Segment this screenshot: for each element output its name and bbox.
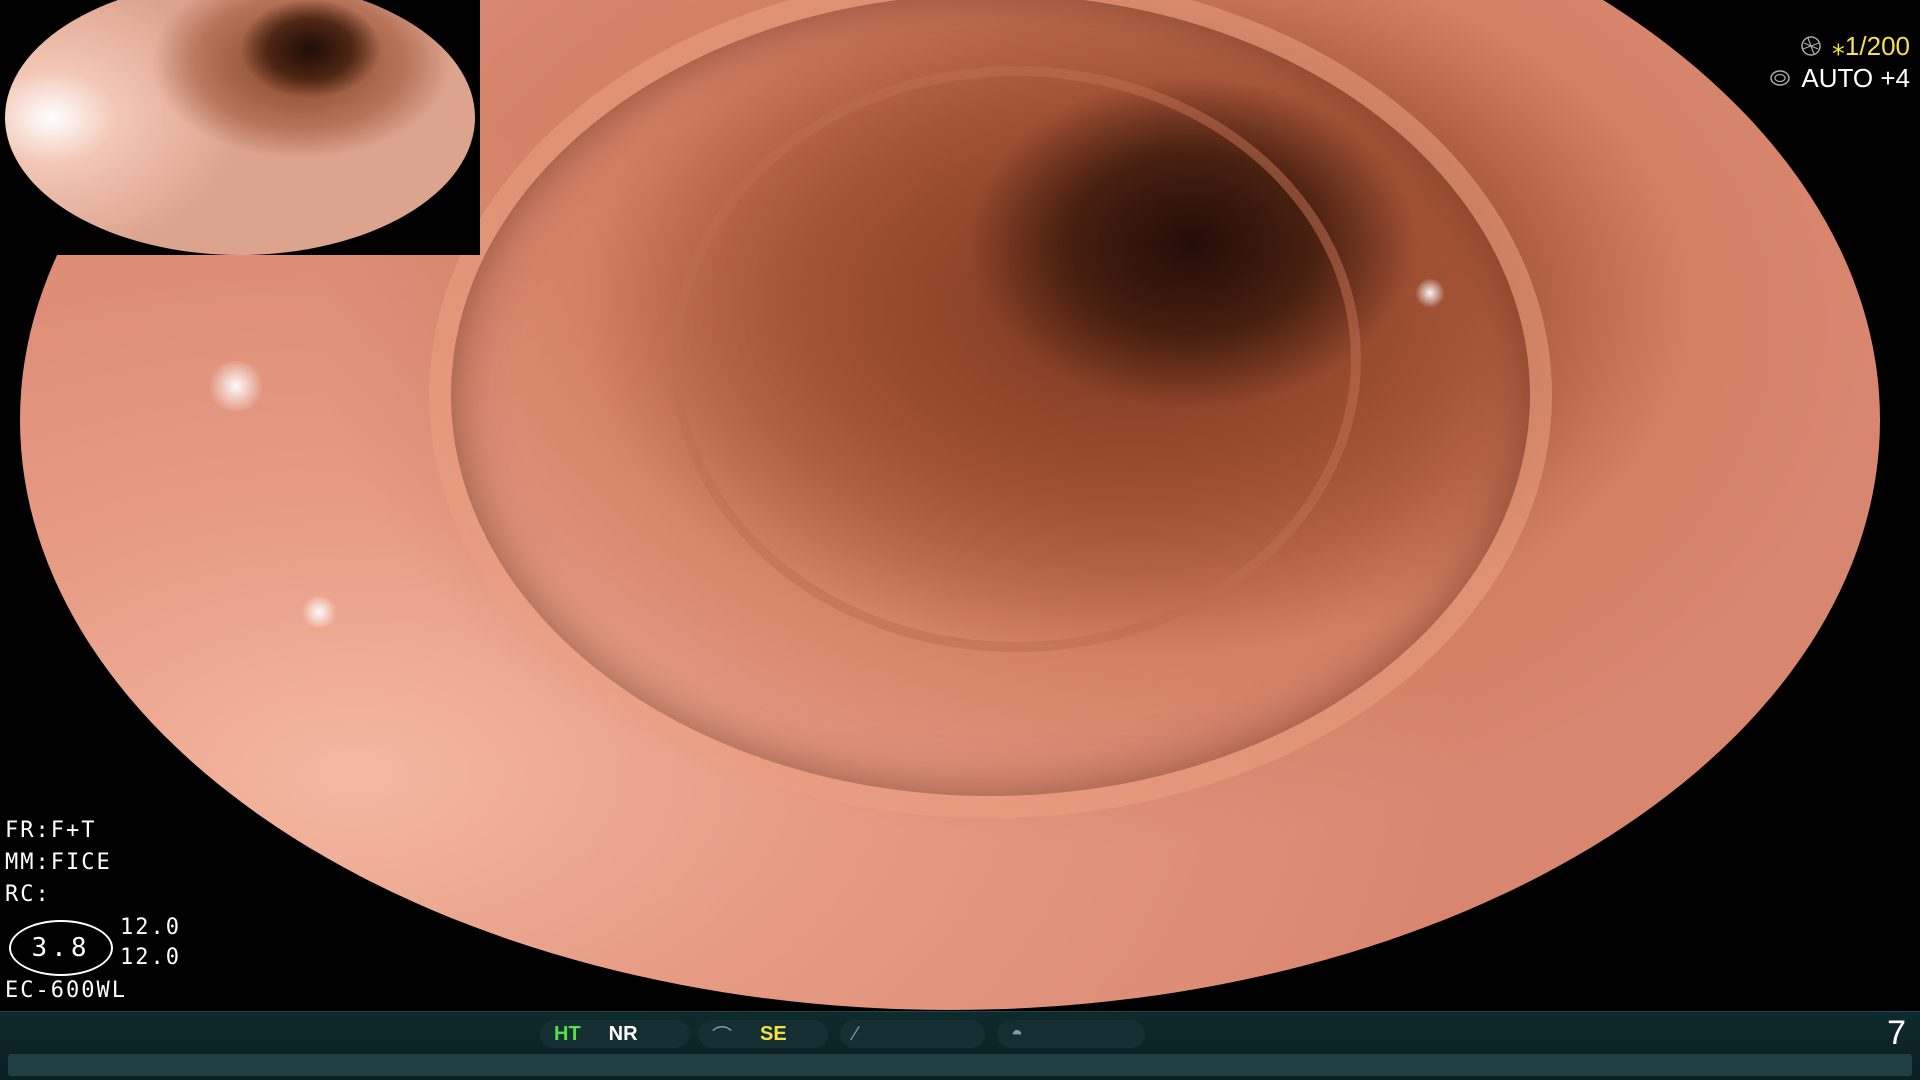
shutter-speed-value: ⁎1/200 [1831,31,1910,61]
iris-mode-value: AUTO +4 [1801,63,1910,93]
ht-nr-indicator: HT NR [540,1020,690,1048]
slash-icon: ∕ [854,1022,858,1045]
rc-label: RC: [5,882,51,907]
light-reflection [206,361,266,411]
pip-inset-view [5,0,475,255]
enhancement-value: 3.8 [31,933,91,963]
status-bar-lower-strip [8,1054,1912,1076]
structure-enhance-icon: ⌒ [712,1025,732,1048]
aperture-icon [1801,36,1821,56]
slash-indicator-pill: ∕ [840,1020,985,1048]
nr-indicator: NR [608,1022,638,1045]
shutter-row: ⁎1/200 [1740,30,1910,62]
se-indicator-pill: ⌒ SE [698,1020,828,1048]
gauge-icon: ◓ [1011,1022,1024,1045]
iris-icon [1770,70,1791,86]
value-bottom: 12.0 [120,945,181,970]
iris-row: AUTO +4 [1740,62,1910,94]
mucosal-fold-inner [671,66,1361,653]
frame-mode-label: FR:F+T [5,818,97,843]
ht-indicator: HT [554,1022,581,1045]
status-bar: HT NR ⌒ SE ∕ ◓ 7 [0,1011,1920,1080]
light-reflection [299,597,339,627]
se-indicator: SE [760,1022,787,1045]
scope-model-label: EC-600WL [5,978,127,1003]
value-top: 12.0 [120,915,181,940]
gauge-indicator-pill: ◓ [997,1020,1145,1048]
page-number: 7 [1887,1014,1906,1052]
image-mode-label: MM:FICE [5,850,112,875]
camera-settings-readout: ⁎1/200 AUTO +4 [1740,30,1910,94]
enhancement-badge: 3.8 [9,920,113,976]
pip-inset-frame [0,0,480,255]
